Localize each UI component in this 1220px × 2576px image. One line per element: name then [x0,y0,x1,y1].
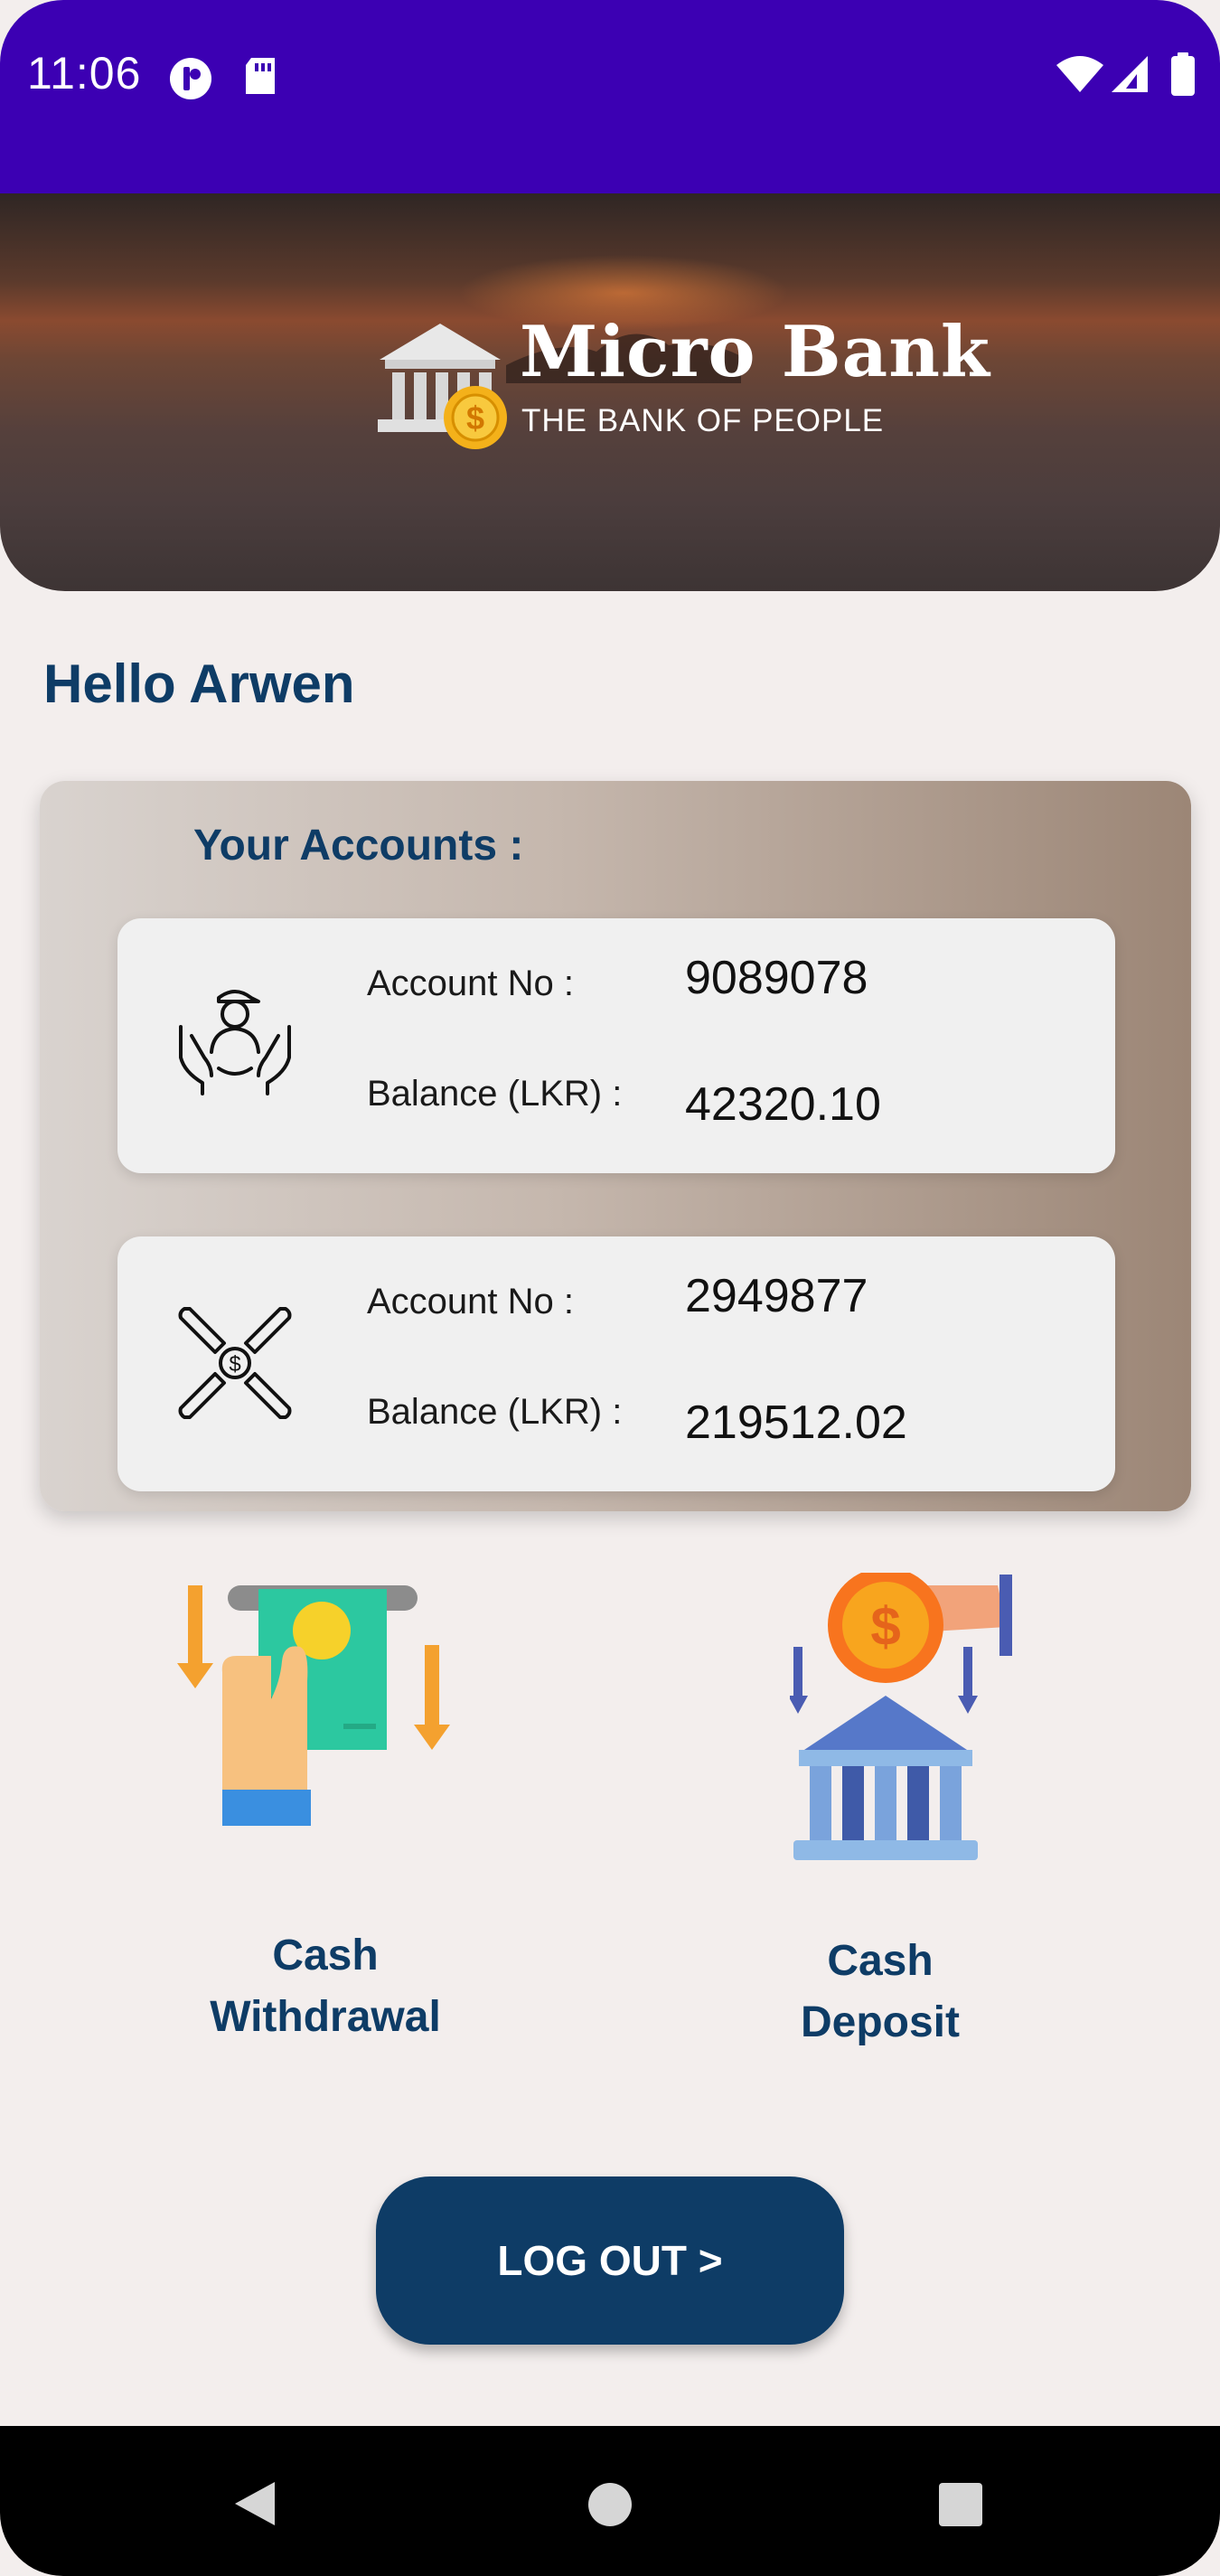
brand-name: Micro Bank [520,311,990,393]
account-number-value: 2949877 [685,1270,868,1322]
cash-withdrawal-button[interactable] [172,1573,470,1871]
greeting: Hello Arwen [43,653,355,714]
back-icon[interactable] [231,2480,277,2531]
status-bar: 11:06 [0,0,1220,193]
balance-value: 42320.10 [685,1078,881,1131]
cash-deposit-button[interactable]: $ [788,1567,1025,1871]
cash-withdrawal-icon [172,1585,470,1875]
logout-button[interactable]: LOG OUT > [376,2176,844,2345]
recents-icon[interactable] [938,2482,983,2531]
account-card[interactable]: $ Account No : 2949877 Balance (LKR) : 2… [117,1236,1115,1491]
balance-value: 219512.02 [685,1396,907,1449]
header-banner: $ Micro Bank THE BANK OF PEOPLE [0,193,1220,591]
account-card[interactable]: Account No : 9089078 Balance (LKR) : 423… [117,918,1115,1173]
account-number-value: 9089078 [685,952,868,1004]
account-number-label: Account No : [367,964,575,1003]
hands-person-icon [172,982,298,1112]
balance-label: Balance (LKR) : [367,1074,623,1114]
privacy-indicator-icon [168,56,213,105]
cash-withdrawal-label[interactable]: Cash Withdrawal [154,1925,497,2048]
navigation-bar [0,2426,1220,2576]
accounts-title: Your Accounts : [193,822,524,870]
brand-tagline: THE BANK OF PEOPLE [521,403,885,438]
svg-text:$: $ [870,1596,900,1657]
cash-deposit-label[interactable]: Cash Deposit [745,1931,1016,2054]
gold-coin-icon: $ [441,383,510,456]
sd-card-icon [242,56,278,99]
balance-label: Balance (LKR) : [367,1392,623,1432]
svg-text:$: $ [466,400,484,437]
accounts-panel: Your Accounts : Account No : 9089078 Bal… [40,781,1191,1511]
status-time: 11:06 [27,48,142,99]
hands-coin-icon: $ [172,1300,298,1430]
cash-deposit-icon: $ [788,1567,1025,1875]
account-number-label: Account No : [367,1282,575,1321]
home-icon[interactable] [587,2482,633,2531]
cell-signal-icon [1110,54,1150,98]
svg-text:$: $ [229,1352,240,1377]
wifi-icon [1056,54,1104,98]
battery-icon [1169,52,1197,99]
